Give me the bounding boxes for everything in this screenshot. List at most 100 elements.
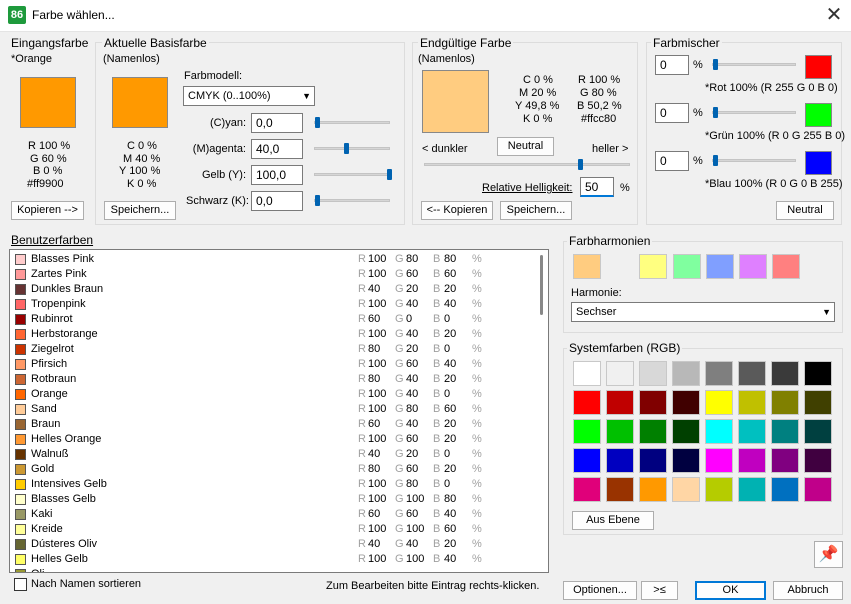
cmyk-input[interactable]: 40,0 bbox=[251, 139, 303, 159]
system-color-swatch[interactable] bbox=[606, 477, 634, 502]
system-color-swatch[interactable] bbox=[771, 419, 799, 444]
list-item[interactable]: Rubinrot R 60 G 0 B 0 % bbox=[10, 312, 548, 327]
list-item[interactable]: Oli bbox=[10, 567, 548, 572]
harmony-swatch[interactable] bbox=[739, 254, 767, 279]
cmyk-input[interactable]: 0,0 bbox=[251, 191, 303, 211]
system-color-swatch[interactable] bbox=[672, 390, 700, 415]
cmyk-thumb[interactable] bbox=[315, 195, 320, 206]
list-item[interactable]: Helles Gelb R 100 G 100 B 40 % bbox=[10, 552, 548, 567]
system-color-swatch[interactable] bbox=[738, 448, 766, 473]
mixer-thumb[interactable] bbox=[713, 107, 718, 118]
close-icon[interactable]: ✕ bbox=[820, 2, 848, 30]
cmyk-slider[interactable] bbox=[314, 169, 392, 180]
mixer-thumb[interactable] bbox=[713, 59, 718, 70]
system-color-swatch[interactable] bbox=[606, 419, 634, 444]
harmony-select[interactable]: Sechser ▼ bbox=[571, 302, 835, 322]
brightness-slider[interactable] bbox=[424, 159, 630, 170]
system-color-swatch[interactable] bbox=[804, 361, 832, 386]
harmony-swatch[interactable] bbox=[639, 254, 667, 279]
list-scrollbar[interactable] bbox=[540, 255, 543, 315]
list-item[interactable]: Blasses Gelb R 100 G 100 B 80 % bbox=[10, 492, 548, 507]
model-select[interactable]: CMYK (0..100%) ▼ bbox=[183, 86, 315, 106]
system-color-swatch[interactable] bbox=[573, 477, 601, 502]
brightness-thumb[interactable] bbox=[577, 159, 583, 170]
system-color-swatch[interactable] bbox=[639, 448, 667, 473]
mixer-slider[interactable] bbox=[712, 59, 796, 70]
system-color-swatch[interactable] bbox=[738, 419, 766, 444]
copy-final-button[interactable]: <-- Kopieren bbox=[421, 201, 493, 220]
system-color-swatch[interactable] bbox=[573, 419, 601, 444]
mixer-neutral-button[interactable]: Neutral bbox=[776, 201, 834, 220]
mixer-input[interactable]: 0 bbox=[655, 151, 689, 171]
system-color-swatch[interactable] bbox=[606, 390, 634, 415]
list-item[interactable]: Dústeres Oliv R 40 G 40 B 20 % bbox=[10, 537, 548, 552]
ok-button[interactable]: OK bbox=[695, 581, 766, 600]
mixer-color-swatch[interactable] bbox=[805, 151, 832, 175]
system-color-swatch[interactable] bbox=[804, 448, 832, 473]
system-color-swatch[interactable] bbox=[705, 477, 733, 502]
list-item[interactable]: Blasses Pink R 100 G 80 B 80 % bbox=[10, 252, 548, 267]
harmony-swatch[interactable] bbox=[573, 254, 601, 279]
system-color-swatch[interactable] bbox=[771, 448, 799, 473]
save-final-button[interactable]: Speichern... bbox=[500, 201, 572, 220]
system-color-swatch[interactable] bbox=[672, 477, 700, 502]
system-color-swatch[interactable] bbox=[738, 477, 766, 502]
system-color-swatch[interactable] bbox=[672, 419, 700, 444]
list-item[interactable]: Walnuß R 40 G 20 B 0 % bbox=[10, 447, 548, 462]
system-color-swatch[interactable] bbox=[771, 477, 799, 502]
options-button[interactable]: Optionen... bbox=[563, 581, 637, 600]
sort-by-name-checkbox[interactable] bbox=[14, 578, 27, 591]
save-base-button[interactable]: Speichern... bbox=[104, 201, 176, 220]
list-item[interactable]: Dunkles Braun R 40 G 20 B 20 % bbox=[10, 282, 548, 297]
harmony-swatch[interactable] bbox=[772, 254, 800, 279]
rel-brightness-input[interactable]: 50 bbox=[580, 177, 614, 197]
system-color-swatch[interactable] bbox=[639, 361, 667, 386]
list-item[interactable]: Braun R 60 G 40 B 20 % bbox=[10, 417, 548, 432]
system-color-swatch[interactable] bbox=[705, 448, 733, 473]
cmyk-slider[interactable] bbox=[314, 143, 390, 154]
list-item[interactable]: Gold R 80 G 60 B 20 % bbox=[10, 462, 548, 477]
harmony-swatch[interactable] bbox=[706, 254, 734, 279]
list-item[interactable]: Pfirsich R 100 G 60 B 40 % bbox=[10, 357, 548, 372]
pin-icon[interactable]: 📌 bbox=[814, 541, 843, 568]
system-color-swatch[interactable] bbox=[573, 361, 601, 386]
user-colors-list[interactable]: Blasses Pink R 100 G 80 B 80 % Zartes Pi… bbox=[9, 249, 549, 573]
cmyk-thumb[interactable] bbox=[343, 143, 349, 154]
mixer-color-swatch[interactable] bbox=[805, 103, 832, 127]
cmyk-slider[interactable] bbox=[314, 117, 390, 128]
cmyk-input[interactable]: 0,0 bbox=[251, 113, 303, 133]
mixer-input[interactable]: 0 bbox=[655, 103, 689, 123]
system-color-swatch[interactable] bbox=[804, 419, 832, 444]
system-color-swatch[interactable] bbox=[738, 390, 766, 415]
system-color-swatch[interactable] bbox=[771, 361, 799, 386]
system-color-swatch[interactable] bbox=[573, 448, 601, 473]
mixer-input[interactable]: 0 bbox=[655, 55, 689, 75]
cmyk-thumb[interactable] bbox=[387, 169, 392, 180]
system-color-swatch[interactable] bbox=[738, 361, 766, 386]
system-color-swatch[interactable] bbox=[606, 361, 634, 386]
cmyk-thumb[interactable] bbox=[315, 117, 320, 128]
list-item[interactable]: Kaki R 60 G 60 B 40 % bbox=[10, 507, 548, 522]
system-color-swatch[interactable] bbox=[606, 448, 634, 473]
system-color-swatch[interactable] bbox=[705, 361, 733, 386]
final-neutral-button[interactable]: Neutral bbox=[497, 137, 554, 156]
system-color-swatch[interactable] bbox=[771, 390, 799, 415]
copy-input-button[interactable]: Kopieren --> bbox=[11, 201, 84, 220]
harmony-swatch[interactable] bbox=[673, 254, 701, 279]
mixer-slider[interactable] bbox=[712, 107, 796, 118]
list-item[interactable]: Herbstorange R 100 G 40 B 20 % bbox=[10, 327, 548, 342]
cancel-button[interactable]: Abbruch bbox=[773, 581, 843, 600]
system-color-swatch[interactable] bbox=[804, 477, 832, 502]
list-item[interactable]: Sand R 100 G 80 B 60 % bbox=[10, 402, 548, 417]
system-color-swatch[interactable] bbox=[639, 390, 667, 415]
collapse-button[interactable]: >≤ bbox=[641, 581, 678, 600]
system-color-swatch[interactable] bbox=[639, 419, 667, 444]
list-item[interactable]: Tropenpink R 100 G 40 B 40 % bbox=[10, 297, 548, 312]
list-item[interactable]: Orange R 100 G 40 B 0 % bbox=[10, 387, 548, 402]
list-item[interactable]: Helles Orange R 100 G 60 B 20 % bbox=[10, 432, 548, 447]
cmyk-input[interactable]: 100,0 bbox=[251, 165, 303, 185]
system-color-swatch[interactable] bbox=[672, 448, 700, 473]
system-color-swatch[interactable] bbox=[705, 390, 733, 415]
system-color-swatch[interactable] bbox=[573, 390, 601, 415]
system-color-swatch[interactable] bbox=[705, 419, 733, 444]
